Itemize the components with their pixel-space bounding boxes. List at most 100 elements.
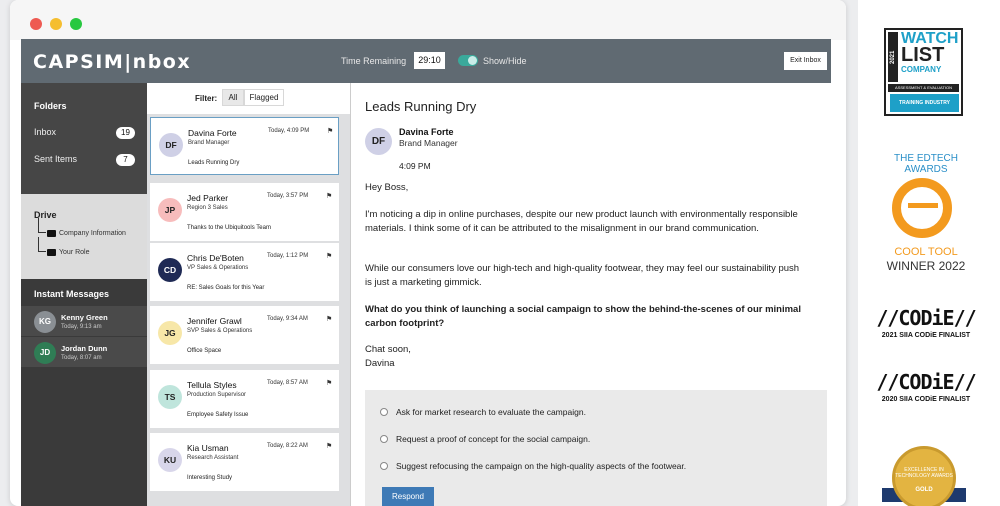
filter-label: Filter:: [195, 94, 218, 103]
codie-logo-2021: //CODiE//: [876, 306, 976, 330]
message-item[interactable]: KU Kia Usman Research Assistant Today, 8:22…: [150, 433, 339, 491]
message-list: Filter: All Flagged DF Davina Forte Brand …: [147, 83, 351, 506]
awards-column: 2021 WATCH LIST COMPANY ASSESSMENT & EVA…: [858, 0, 1000, 506]
flag-icon[interactable]: ⚑: [326, 192, 332, 200]
message-sender-name: Jed Parker: [187, 193, 229, 203]
show-hide-toggle[interactable]: [458, 55, 478, 66]
flag-icon[interactable]: ⚑: [326, 315, 332, 323]
email-subject: Leads Running Dry: [365, 99, 477, 114]
flag-icon[interactable]: ⚑: [326, 442, 332, 450]
filter-bar: Filter: All Flagged: [147, 83, 350, 114]
browser-window: CAPSIM|nbox Time Remaining 29:10 Show/Hi…: [10, 0, 846, 506]
message-item[interactable]: JP Jed Parker Region 3 Sales Today, 3:57 PM…: [150, 183, 339, 241]
message-sender-role: VP Sales & Operations: [187, 265, 249, 271]
exit-inbox-button[interactable]: Exit Inbox: [784, 52, 827, 70]
option-label: Suggest refocusing the campaign on the h…: [396, 461, 687, 471]
message-time: Today, 8:22 AM: [267, 443, 308, 449]
radio-button[interactable]: [380, 435, 388, 443]
show-hide-label: Show/Hide: [483, 56, 527, 66]
watch-list-org: TRAINING INDUSTRY: [890, 94, 959, 112]
instant-messages-section: Instant Messages KG Kenny Green Today, 9…: [21, 279, 147, 368]
message-subject: Leads Running Dry: [188, 160, 240, 166]
watch-list-category: ASSESSMENT & EVALUATION: [888, 84, 959, 92]
avatar: KG: [34, 311, 56, 333]
message-sender-name: Chris De'Boten: [187, 253, 244, 263]
codie-2020-label: 2020 SIIA CODiE FINALIST: [881, 396, 971, 403]
watch-list-year: 2021: [888, 32, 898, 82]
drive-item-label: Your Role: [59, 249, 90, 256]
sidebar-item-label: Inbox: [34, 127, 57, 137]
message-sender-name: Jennifer Grawl: [187, 316, 242, 326]
avatar: JD: [34, 342, 56, 364]
message-item[interactable]: TS Tellula Styles Production Supervisor Tod…: [150, 370, 339, 428]
message-sender-role: Brand Manager: [188, 140, 230, 146]
codie-2021-label: 2021 SIIA CODiE FINALIST: [881, 332, 971, 339]
brandon-hall-gold: GOLD: [915, 487, 933, 493]
watch-list-badge: 2021 WATCH LIST COMPANY ASSESSMENT & EVA…: [884, 28, 963, 116]
message-item[interactable]: DF Davina Forte Brand Manager Today, 4:09 P…: [150, 117, 339, 175]
watch-list-company: COMPANY: [901, 65, 942, 74]
message-sender-name: Kia Usman: [187, 443, 229, 453]
email-signature: Davina: [365, 358, 395, 369]
brandon-hall-medal: EXCELLENCE IN TECHNOLOGY AWARDS GOLD: [892, 446, 956, 506]
respond-button[interactable]: Respond: [382, 487, 434, 506]
option-label: Ask for market research to evaluate the …: [396, 407, 586, 417]
im-item-kenny-green[interactable]: KG Kenny Green Today, 9:13 am: [21, 306, 147, 337]
email-paragraph-1: I'm noticing a dip in online purchases, …: [365, 209, 798, 234]
flag-icon[interactable]: ⚑: [327, 127, 333, 135]
filter-all-button[interactable]: All: [222, 89, 244, 106]
avatar: KU: [158, 448, 182, 472]
brandon-hall-text: EXCELLENCE IN TECHNOLOGY AWARDS: [895, 467, 953, 479]
message-sender-name: Tellula Styles: [187, 380, 237, 390]
watch-list-list: LIST: [901, 44, 945, 66]
instant-messages-heading: Instant Messages: [34, 289, 110, 299]
avatar: DF: [365, 128, 392, 155]
drive-item-your-role[interactable]: Your Role: [21, 237, 147, 262]
message-time: Today, 3:57 PM: [267, 193, 309, 199]
maximize-window-icon[interactable]: [70, 18, 82, 30]
email-paragraph-2: While our consumers love our high-tech a…: [365, 263, 800, 288]
window-titlebar: [10, 0, 846, 40]
time-remaining-value: 29:10: [414, 52, 445, 69]
sent-count-badge: 7: [116, 154, 135, 166]
message-subject: Employee Safety Issue: [187, 412, 249, 418]
filter-flagged-button[interactable]: Flagged: [244, 89, 284, 106]
minimize-window-icon[interactable]: [50, 18, 62, 30]
message-time: Today, 8:57 AM: [267, 380, 308, 386]
message-sender-role: Research Assistant: [187, 455, 239, 461]
radio-button[interactable]: [380, 408, 388, 416]
edtech-cool-tool: COOL TOOL: [894, 246, 958, 258]
folder-icon: [47, 249, 56, 256]
sidebar: Folders Inbox 19 Sent Items 7 Drive Comp…: [21, 83, 147, 506]
im-item-jordan-dunn[interactable]: JD Jordan Dunn Today, 8:07 am: [21, 337, 147, 368]
avatar: JG: [158, 321, 182, 345]
sidebar-item-label: Sent Items: [34, 154, 78, 164]
capsim-inbox-logo: CAPSIM|nbox: [33, 51, 192, 73]
codie-logo-2020: //CODiE//: [876, 370, 976, 394]
radio-button[interactable]: [380, 462, 388, 470]
flag-icon[interactable]: ⚑: [326, 252, 332, 260]
email-greeting: Hey Boss,: [365, 182, 409, 193]
message-time: Today, 9:34 AM: [267, 316, 308, 322]
folder-icon: [47, 230, 56, 237]
sidebar-item-sent-items[interactable]: Sent Items 7: [21, 146, 147, 173]
message-time: Today, 4:09 PM: [268, 128, 310, 134]
im-time: Today, 9:13 am: [61, 324, 102, 330]
email-time: 4:09 PM: [399, 161, 431, 171]
email-question: What do you think of launching a social …: [365, 304, 801, 329]
message-item[interactable]: CD Chris De'Boten VP Sales & Operations Tod…: [150, 243, 339, 301]
time-remaining-label: Time Remaining: [341, 56, 407, 66]
edtech-winner: WINNER 2022: [886, 259, 966, 273]
im-name: Jordan Dunn: [61, 344, 108, 353]
flag-icon[interactable]: ⚑: [326, 379, 332, 387]
close-window-icon[interactable]: [30, 18, 42, 30]
response-options: Ask for market research to evaluate the …: [365, 390, 827, 506]
avatar: CD: [158, 258, 182, 282]
edtech-logo-icon: [892, 178, 952, 238]
sidebar-item-inbox[interactable]: Inbox 19: [21, 119, 147, 146]
email-signoff: Chat soon,: [365, 344, 411, 355]
inbox-count-badge: 19: [116, 127, 135, 139]
message-item[interactable]: JG Jennifer Grawl SVP Sales & Operations To…: [150, 306, 339, 364]
im-time: Today, 8:07 am: [61, 355, 102, 361]
message-subject: Interesting Study: [187, 475, 233, 481]
